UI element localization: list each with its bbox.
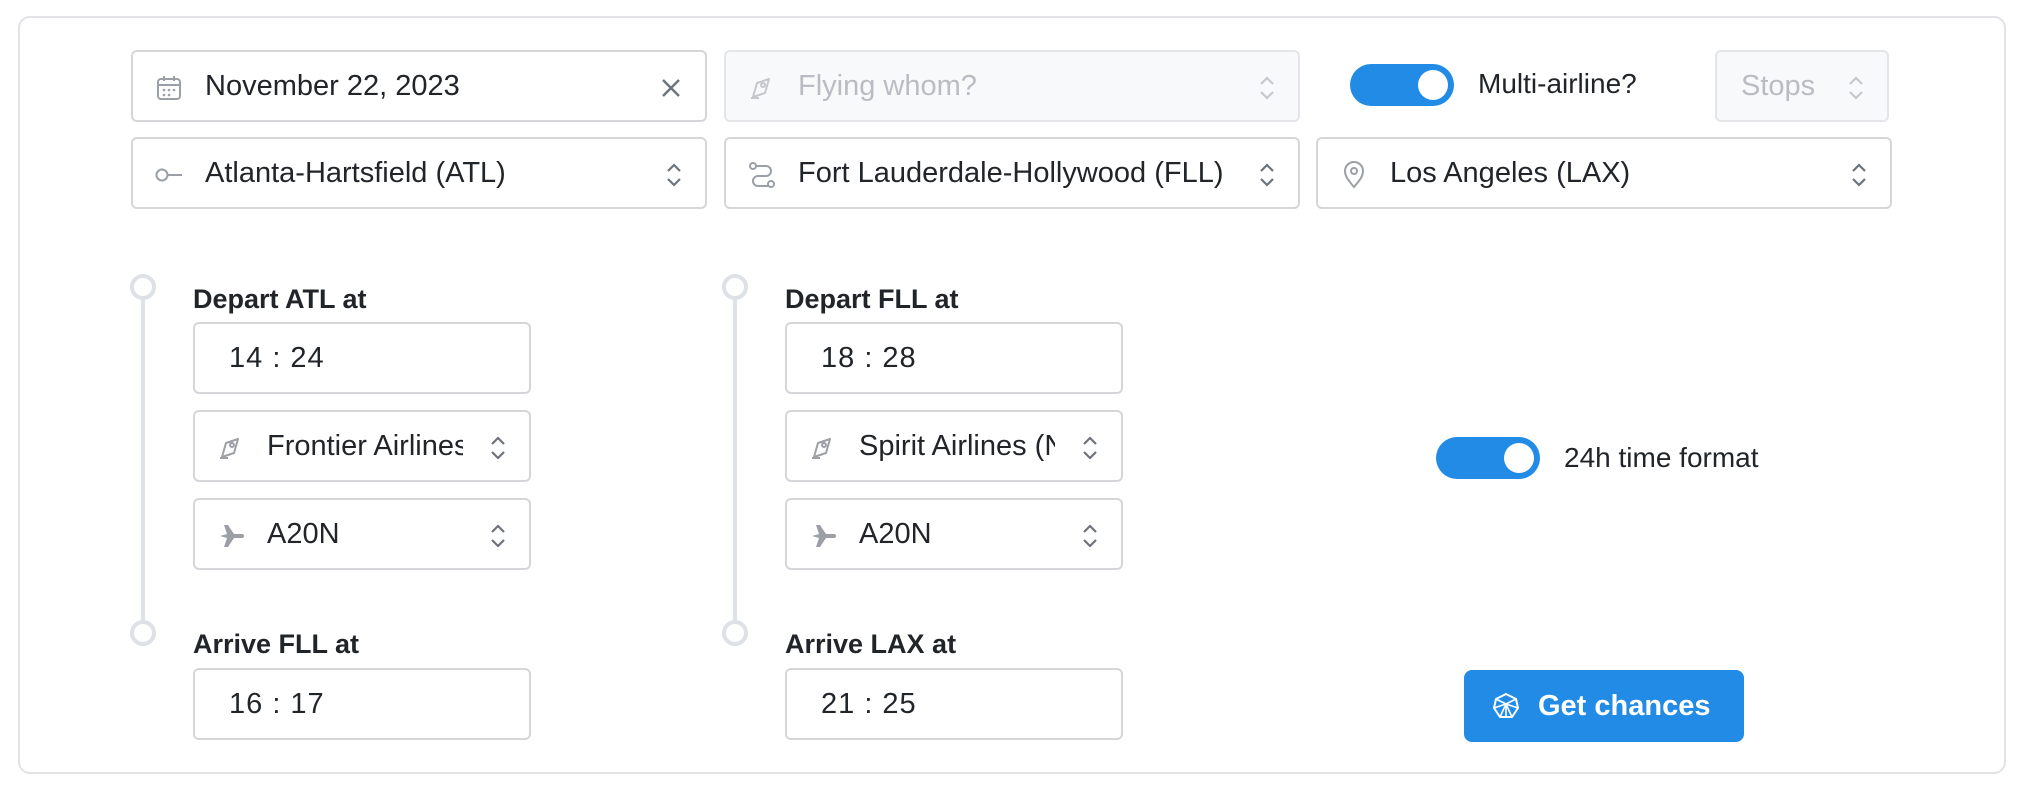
chevron-up-down-icon: [489, 522, 507, 550]
leg2-aircraft-select[interactable]: A20N: [785, 498, 1123, 570]
time-format-toggle[interactable]: [1436, 437, 1540, 479]
leg2-depart-label: Depart FLL at: [785, 284, 959, 314]
plane-icon: [809, 522, 837, 550]
leg1-aircraft-select[interactable]: A20N: [193, 498, 531, 570]
plane-tag-icon: [809, 434, 837, 462]
leg2-airline-value: Spirit Airlines (NK): [859, 430, 1055, 462]
toggle-knob: [1418, 70, 1448, 100]
date-value: November 22, 2023: [205, 70, 460, 102]
origin-select[interactable]: Atlanta-Hartsfield (ATL): [131, 137, 707, 209]
leg1-depart-time-input[interactable]: 14 : 24: [193, 322, 531, 394]
timeline-start-dot: [722, 274, 748, 300]
leg1-arrive-time: 16 : 17: [229, 688, 325, 720]
brain-icon: [1490, 690, 1522, 722]
leg2-arrive-time: 21 : 25: [821, 688, 917, 720]
plane-tag-icon: [217, 434, 245, 462]
chevron-up-down-icon: [1081, 434, 1099, 462]
leg1-depart-time: 14 : 24: [229, 342, 325, 374]
via-value: Fort Lauderdale-Hollywood (FLL): [798, 157, 1224, 189]
origin-icon: [155, 161, 183, 189]
chevron-up-down-icon: [1850, 161, 1868, 189]
get-chances-label: Get chances: [1538, 690, 1711, 722]
multi-airline-label: Multi-airline?: [1478, 68, 1637, 99]
leg1-depart-label: Depart ATL at: [193, 284, 367, 314]
timeline-end-dot: [130, 620, 156, 646]
stops-select[interactable]: Stops: [1715, 50, 1889, 122]
leg1-arrive-time-input[interactable]: 16 : 17: [193, 668, 531, 740]
stops-placeholder: Stops: [1741, 70, 1816, 102]
route-icon: [748, 161, 776, 189]
chevron-up-down-icon: [1258, 74, 1276, 102]
timeline-line: [141, 296, 145, 622]
operator-select[interactable]: Flying whom?: [724, 50, 1300, 122]
chevron-up-down-icon: [1847, 74, 1865, 102]
operator-placeholder: Flying whom?: [798, 70, 977, 102]
timeline-end-dot: [722, 620, 748, 646]
leg2-depart-time: 18 : 28: [821, 342, 917, 374]
via-select[interactable]: Fort Lauderdale-Hollywood (FLL): [724, 137, 1300, 209]
leg2-aircraft-value: A20N: [859, 518, 932, 550]
timeline-start-dot: [130, 274, 156, 300]
chevron-up-down-icon: [489, 434, 507, 462]
flight-form-card: [18, 16, 2006, 774]
leg1-airline-value: Frontier Airlines: [267, 430, 463, 462]
leg2-arrive-time-input[interactable]: 21 : 25: [785, 668, 1123, 740]
date-picker[interactable]: November 22, 2023: [131, 50, 707, 122]
leg2-arrive-label: Arrive LAX at: [785, 629, 957, 659]
plane-tag-icon: [748, 74, 776, 102]
chevron-up-down-icon: [1258, 161, 1276, 189]
toggle-knob: [1504, 443, 1534, 473]
leg2-depart-time-input[interactable]: 18 : 28: [785, 322, 1123, 394]
chevron-up-down-icon: [1081, 522, 1099, 550]
leg1-airline-select[interactable]: Frontier Airlines: [193, 410, 531, 482]
leg1-aircraft-value: A20N: [267, 518, 340, 550]
timeline-line: [733, 296, 737, 622]
multi-airline-toggle[interactable]: [1350, 64, 1454, 106]
plane-icon: [217, 522, 245, 550]
destination-select[interactable]: Los Angeles (LAX): [1316, 137, 1892, 209]
time-format-label: 24h time format: [1564, 442, 1759, 473]
calendar-icon: [155, 74, 183, 102]
leg1-arrive-label: Arrive FLL at: [193, 629, 360, 659]
chevron-up-down-icon: [665, 161, 683, 189]
map-pin-icon: [1340, 161, 1368, 189]
destination-value: Los Angeles (LAX): [1390, 157, 1631, 189]
get-chances-button[interactable]: Get chances: [1464, 670, 1744, 742]
leg2-airline-select[interactable]: Spirit Airlines (NK): [785, 410, 1123, 482]
origin-value: Atlanta-Hartsfield (ATL): [205, 157, 506, 189]
clear-icon[interactable]: [657, 74, 685, 102]
